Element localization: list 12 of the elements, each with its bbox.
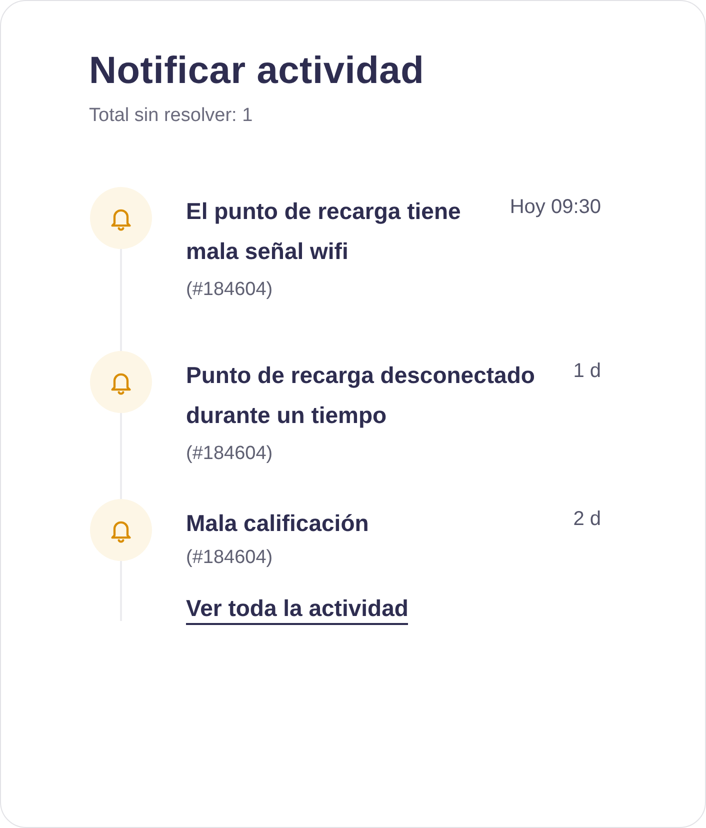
reference-number: (#184604) bbox=[186, 279, 274, 301]
reference-number: (#184604) bbox=[186, 443, 274, 465]
view-all-link[interactable]: Ver toda la actividad bbox=[186, 595, 408, 625]
notification-title[interactable]: Mala calificación bbox=[186, 503, 544, 543]
card-title: Notificar actividad bbox=[89, 49, 426, 94]
timestamp: Hoy 09:30 bbox=[510, 195, 601, 220]
timestamp: 2 d bbox=[573, 507, 601, 532]
reference-number: (#184604) bbox=[186, 547, 274, 569]
timestamp: 1 d bbox=[573, 359, 601, 384]
notification-title[interactable]: El punto de recarga tiene mala señal wifi bbox=[186, 191, 480, 271]
notification-title[interactable]: Punto de recarga desconectado durante un tiempo bbox=[186, 355, 544, 435]
unresolved-count: Total sin resolver: 1 bbox=[89, 105, 254, 127]
